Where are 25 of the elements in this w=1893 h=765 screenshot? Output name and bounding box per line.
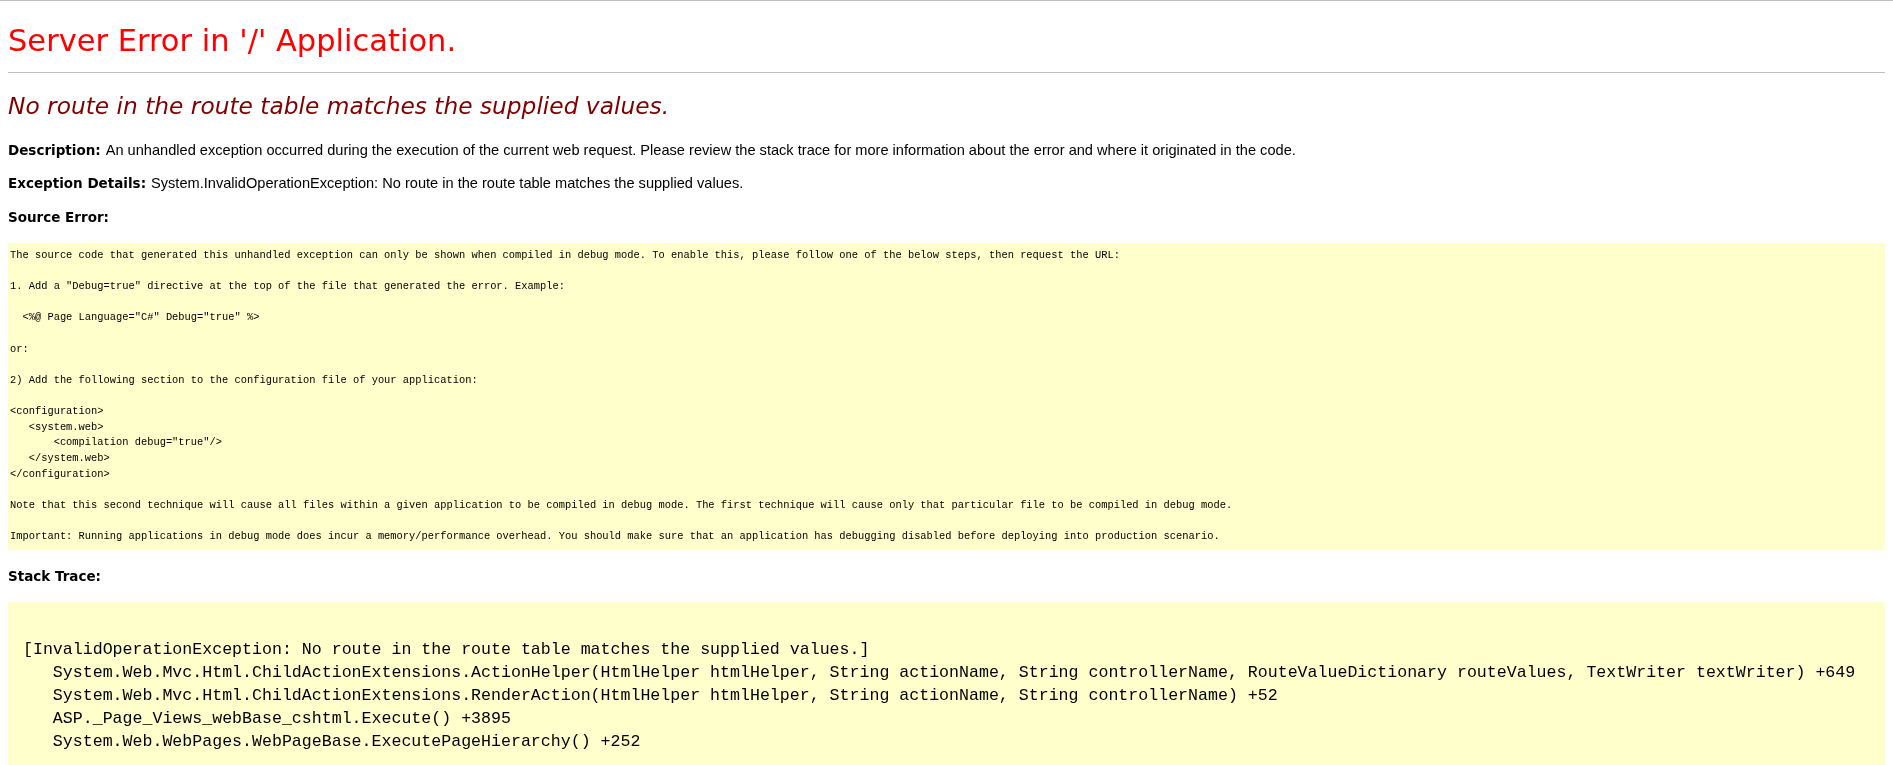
page-title: Server Error in '/' Application.	[8, 22, 457, 60]
code-line: <%@ Page Language="C#" Debug="true" %>	[21, 310, 260, 326]
section-heading: Stack Trace:	[8, 566, 102, 586]
stack-trace-line: System.Web.Mvc.Html.ChildActionExtensions.RenderAction(HtmlHelper htmlHelper, String actionName, String controllerName) +52	[51, 684, 1278, 707]
code-line: </system.web>	[27, 451, 110, 467]
code-line: Important: Running applications in debug mode does incur a memory/performance overhead. You should make sure that an application has debugging disabled before deploying into production scenario.	[10, 529, 1220, 545]
stack-trace-line: System.Web.Mvc.Html.ChildActionExtensions.ActionHelper(HtmlHelper htmlHelper, String actionName, String controllerName, RouteValueDictionary routeValues, TextWriter textWriter) +649	[51, 661, 1856, 684]
code-line: 1. Add a "Debug=true" directive at the top of the file that generated the error. Example:	[10, 279, 565, 295]
stack-trace-line: System.Web.WebPages.WebPageBase.ExecutePageHierarchy() +252	[51, 730, 641, 753]
detail-text: An unhandled exception occurred during the execution of the current web request. Please review the stack trace for more information about the error and where it originated in the code.	[105, 141, 1296, 160]
error-message: No route in the route table matches the supplied values.	[8, 91, 670, 121]
code-line: <system.web>	[27, 419, 104, 435]
code-line: The source code that generated this unhandled exception can only be shown when compiled in debug mode. To enable this, please follow one of the below steps, then request the URL:	[10, 248, 1120, 263]
detail-label: Exception Details:	[8, 174, 147, 193]
code-line: <configuration>	[10, 404, 104, 419]
code-line: or:	[10, 341, 29, 357]
code-line: Note that this second technique will cause all files within a given application to be compiled in debug mode. The first technique will cause only that particular file to be compiled in debug mode.	[10, 498, 1233, 514]
detail-label: Description:	[8, 141, 101, 160]
detail-text: System.InvalidOperationException: No route in the route table matches the supplied values.	[151, 174, 744, 193]
stack-trace-line: [InvalidOperationException: No route in the route table matches the supplied values.]	[23, 638, 870, 661]
stack-trace-line: ASP._Page_Views_webBase_cshtml.Execute() +3895	[51, 707, 511, 730]
code-line: <compilation debug="true"/>	[52, 435, 222, 451]
section-heading: Source Error:	[8, 208, 109, 227]
code-line: </configuration>	[10, 466, 110, 482]
code-line: 2) Add the following section to the configuration file of your application:	[10, 372, 478, 388]
